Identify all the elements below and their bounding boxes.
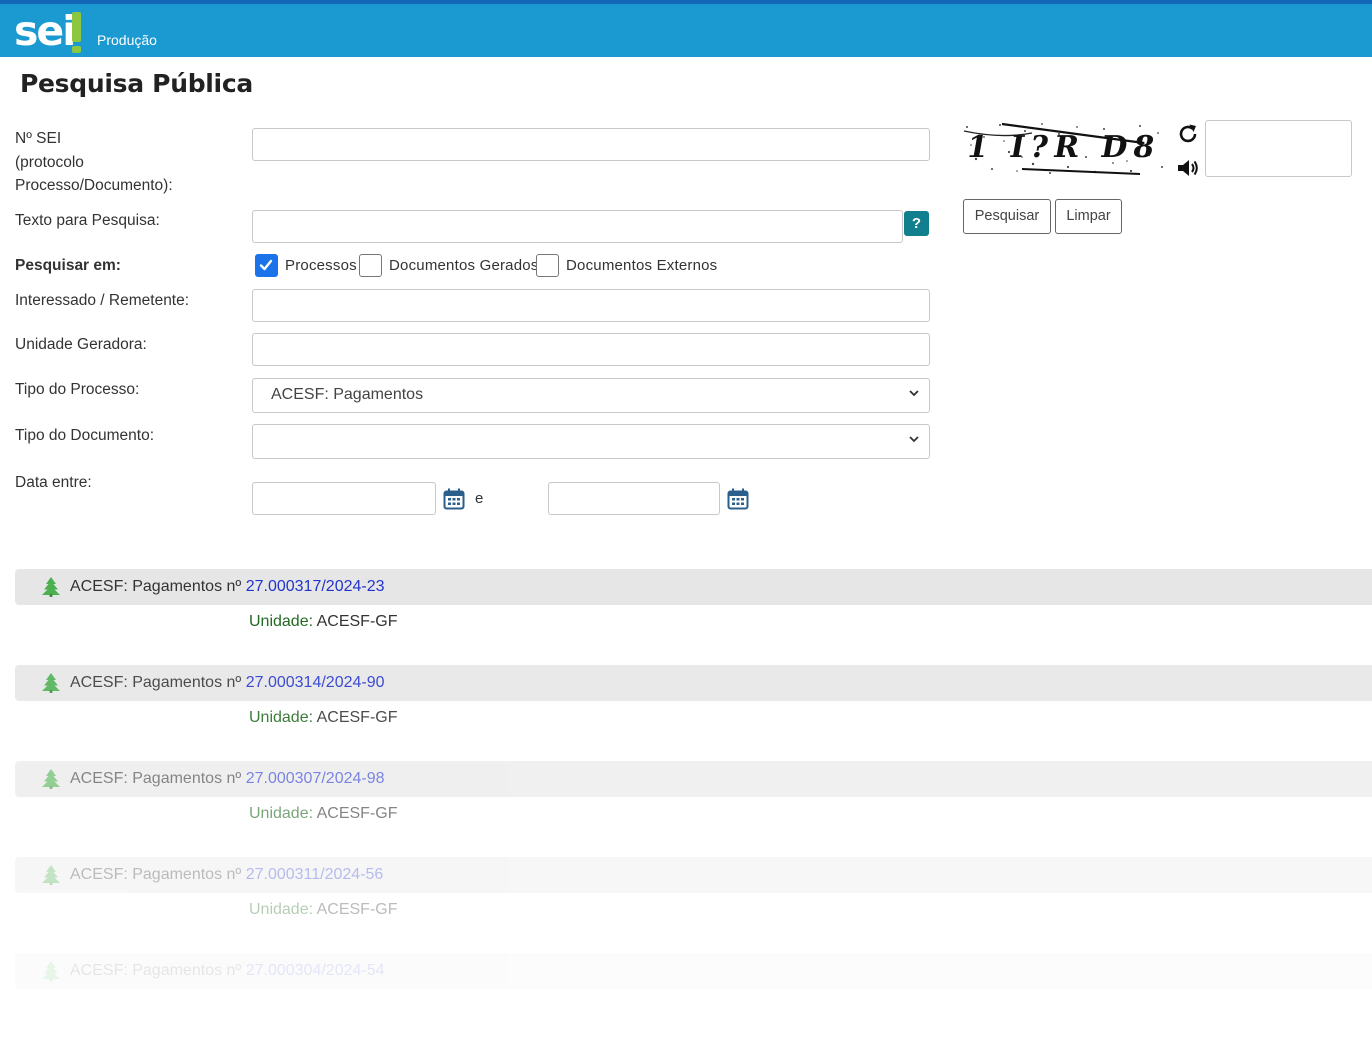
result-title: ACESF: Pagamentos nº 27.000311/2024-56 [70, 866, 383, 884]
interessado-label: Interessado / Remetente: [15, 292, 190, 309]
result-type: ACESF: Pagamentos nº [70, 866, 242, 883]
result-type: ACESF: Pagamentos nº [70, 674, 242, 691]
result-unit: Unidade: ACESF-GF [249, 901, 398, 919]
protocolo-label-line-3: Processo/Documento): [15, 177, 173, 194]
checkbox-documentos-externos[interactable] [536, 254, 559, 277]
result-unit-value: ACESF-GF [316, 901, 398, 918]
clear-button[interactable]: Limpar [1055, 199, 1122, 234]
result-unit-label: Unidade: [249, 709, 314, 726]
result-protocol-link[interactable]: 27.000311/2024-56 [246, 866, 384, 883]
result-header: ACESF: Pagamentos nº 27.000307/2024-98 [15, 761, 1372, 797]
result-item: ACESF: Pagamentos nº 27.000311/2024-56 Un… [0, 857, 1372, 947]
checkbox-processos[interactable] [255, 254, 278, 277]
result-unit-value: ACESF-GF [316, 709, 398, 726]
result-protocol-link[interactable]: 27.000304/2024-54 [246, 962, 385, 979]
speaker-icon[interactable] [1176, 156, 1200, 180]
tipo-processo-select[interactable]: ACESF: Pagamentos [252, 378, 930, 413]
tipo-documento-label: Tipo do Documento: [15, 427, 155, 444]
result-protocol-link[interactable]: 27.000317/2024-23 [246, 578, 385, 595]
result-title: ACESF: Pagamentos nº 27.000307/2024-98 [70, 770, 385, 788]
texto-label: Texto para Pesquisa: [15, 212, 160, 229]
option-documentos-externos-label[interactable]: Documentos Externos [566, 257, 717, 274]
tree-icon[interactable] [41, 865, 61, 885]
calendar-icon[interactable] [727, 488, 749, 510]
tipo-documento-select[interactable] [252, 424, 930, 459]
tree-icon[interactable] [41, 961, 61, 981]
interessado-input[interactable] [252, 289, 930, 322]
logo-bang-dot [72, 46, 81, 53]
option-documentos-gerados-label[interactable]: Documentos Gerados [389, 257, 539, 274]
result-header: ACESF: Pagamentos nº 27.000314/2024-90 [15, 665, 1372, 701]
result-item: ACESF: Pagamentos nº 27.000307/2024-98 Un… [0, 761, 1372, 851]
result-unit-label: Unidade: [249, 805, 314, 822]
result-header: ACESF: Pagamentos nº 27.000311/2024-56 [15, 857, 1372, 893]
unidade-label: Unidade Geradora: [15, 336, 147, 353]
result-unit-value: ACESF-GF [316, 805, 398, 822]
page-title: Pesquisa Pública [20, 69, 253, 98]
captcha-noise: 1 I?R D8 [963, 122, 1163, 175]
result-header: ACESF: Pagamentos nº 27.000317/2024-23 [15, 569, 1372, 605]
result-type: ACESF: Pagamentos nº [70, 962, 242, 979]
result-protocol-link[interactable]: 27.000307/2024-98 [246, 770, 385, 787]
result-type: ACESF: Pagamentos nº [70, 578, 242, 595]
date-end-input[interactable] [548, 482, 720, 515]
captcha-input[interactable] [1205, 120, 1352, 177]
result-title: ACESF: Pagamentos nº 27.000314/2024-90 [70, 674, 385, 692]
result-protocol-link[interactable]: 27.000314/2024-90 [246, 674, 385, 691]
pesquisar-em-label: Pesquisar em: [15, 257, 121, 274]
result-unit: Unidade: ACESF-GF [249, 805, 398, 823]
result-unit-label: Unidade: [249, 901, 314, 918]
protocolo-label: Nº SEI (protocolo Processo/Documento): [15, 127, 173, 198]
result-unit: Unidade: ACESF-GF [249, 709, 398, 727]
help-button[interactable]: ? [904, 211, 929, 236]
logo-bang-mark [72, 12, 81, 42]
unidade-input[interactable] [252, 333, 930, 366]
logo-text: sei [14, 7, 76, 55]
date-separator: e [475, 490, 484, 507]
tipo-processo-value: ACESF: Pagamentos [271, 386, 424, 403]
chevron-down-icon [909, 390, 919, 397]
protocolo-input[interactable] [252, 128, 930, 161]
captcha-text: 1 I?R D8 [964, 130, 1163, 165]
result-header: ACESF: Pagamentos nº 27.000304/2024-54 [15, 953, 1372, 989]
search-button[interactable]: Pesquisar [963, 199, 1051, 234]
protocolo-label-line-2: (protocolo [15, 153, 84, 171]
calendar-icon[interactable] [443, 488, 465, 510]
result-item: ACESF: Pagamentos nº 27.000304/2024-54 [0, 953, 1372, 1043]
option-processos-label[interactable]: Processos [285, 257, 357, 274]
checkbox-documentos-gerados[interactable] [359, 254, 382, 277]
result-unit-value: ACESF-GF [316, 613, 398, 630]
captcha-image: 1 I?R D8 [962, 119, 1166, 177]
tree-icon[interactable] [41, 673, 61, 693]
check-icon [259, 259, 273, 271]
result-item: ACESF: Pagamentos nº 27.000314/2024-90 Un… [0, 665, 1372, 755]
tipo-processo-label: Tipo do Processo: [15, 381, 140, 398]
tree-icon[interactable] [41, 577, 61, 597]
refresh-icon[interactable] [1176, 122, 1200, 146]
tree-icon[interactable] [41, 769, 61, 789]
protocolo-label-line-1: Nº SEI [15, 130, 62, 147]
result-unit-label: Unidade: [249, 613, 314, 630]
top-bar: sei Produção [0, 0, 1372, 57]
result-title: ACESF: Pagamentos nº 27.000317/2024-23 [70, 578, 385, 596]
sei-logo[interactable]: sei [14, 6, 81, 56]
chevron-down-icon [909, 436, 919, 443]
environment-label: Produção [97, 32, 157, 48]
result-type: ACESF: Pagamentos nº [70, 770, 242, 787]
texto-input[interactable] [252, 210, 903, 243]
result-item: ACESF: Pagamentos nº 27.000317/2024-23 Un… [0, 569, 1372, 659]
result-unit: Unidade: ACESF-GF [249, 613, 398, 631]
date-start-input[interactable] [252, 482, 436, 515]
result-title: ACESF: Pagamentos nº 27.000304/2024-54 [70, 962, 385, 980]
data-label: Data entre: [15, 474, 92, 491]
